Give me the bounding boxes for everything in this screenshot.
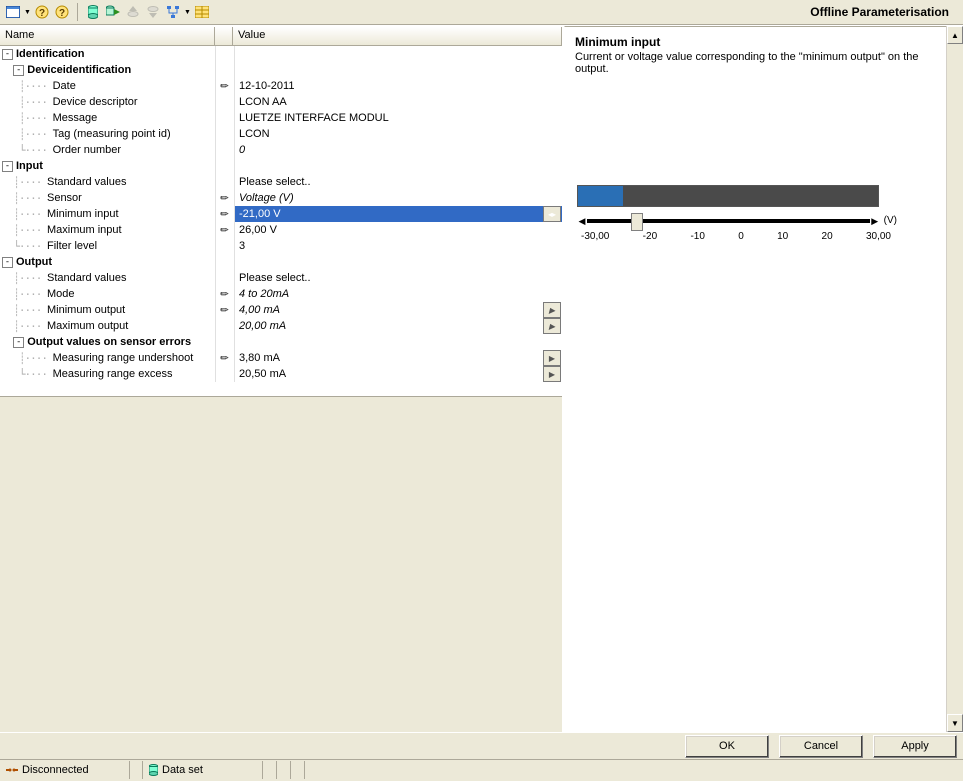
collapse-icon[interactable]: -	[13, 65, 24, 76]
selected-value[interactable]: -21,00 V	[237, 207, 283, 221]
pencil-icon: ✎	[218, 351, 232, 365]
collapse-icon[interactable]: -	[2, 161, 13, 172]
value-bar-fill	[578, 186, 623, 206]
slider-left-arrow-icon[interactable]: ◀	[577, 215, 587, 227]
pencil-icon: ✎	[218, 79, 232, 93]
dialog-buttons: OK Cancel Apply	[0, 732, 963, 759]
tree-item-tag[interactable]: ┊···· Tag (measuring point id) LCON	[0, 126, 562, 142]
tree-item-excess[interactable]: └···· Measuring range excess 20,50 mA ▶	[0, 366, 562, 382]
slider-ticks: -30,00 -20 -10 0 10 20 30,00	[581, 231, 891, 242]
pencil-icon: ✎	[218, 303, 232, 317]
pencil-icon: ✎	[218, 207, 232, 221]
scrollbar[interactable]: ▲ ▼	[946, 26, 963, 732]
tree-icon[interactable]	[164, 3, 182, 21]
window-icon[interactable]	[4, 3, 22, 21]
db-icon	[149, 764, 158, 776]
apply-button[interactable]: Apply	[873, 735, 957, 758]
tree-item-maximum-input[interactable]: ┊···· Maximum input ✎ 26,00 V	[0, 222, 562, 238]
play-button[interactable]: ▶	[543, 302, 561, 318]
status-empty2	[263, 761, 277, 779]
play-button[interactable]: ▶	[543, 318, 561, 334]
detail-panel: Minimum input Current or voltage value c…	[564, 26, 963, 732]
tree-item-filter-level[interactable]: └···· Filter level 3	[0, 238, 562, 254]
pencil-icon: ✎	[218, 287, 232, 301]
slider-thumb[interactable]	[631, 213, 643, 231]
disconnected-icon	[6, 765, 18, 775]
slider-right-arrow-icon[interactable]: ▶	[870, 215, 880, 227]
tree-item-minimum-input[interactable]: ┊···· Minimum input ✎ -21,00 V ◂▸	[0, 206, 562, 222]
dropdown-caret-icon[interactable]: ▼	[184, 9, 191, 16]
db-play-icon[interactable]	[104, 3, 122, 21]
collapse-icon[interactable]: -	[2, 49, 13, 60]
tree-item-message[interactable]: ┊···· Message LUETZE INTERFACE MODUL	[0, 110, 562, 126]
toolbar: ▼ ? ? ▼ Offline Parameterisation	[0, 0, 963, 25]
status-empty3	[277, 761, 291, 779]
page-title: Offline Parameterisation	[810, 5, 959, 19]
tree-item-sensor[interactable]: ┊···· Sensor ✎ Voltage (V)	[0, 190, 562, 206]
tree-item-device-descriptor[interactable]: ┊···· Device descriptor LCON AA	[0, 94, 562, 110]
tree-item-date[interactable]: ┊···· Date ✎ 12-10-2011	[0, 78, 562, 94]
status-empty5	[305, 761, 963, 779]
tree-group-errors[interactable]: -Output values on sensor errors	[0, 334, 562, 350]
status-empty1	[130, 761, 143, 779]
col-sep	[215, 27, 233, 45]
main-area: Name Value -Identification -Deviceidenti…	[0, 25, 963, 732]
scroll-down-icon[interactable]: ▼	[947, 714, 963, 732]
tree-item-order-number[interactable]: └···· Order number 0	[0, 142, 562, 158]
grid-icon[interactable]	[193, 3, 211, 21]
tree-item-min-output[interactable]: ┊···· Minimum output ✎ 4,00 mA ▶	[0, 302, 562, 318]
pencil-icon: ✎	[218, 223, 232, 237]
db-up-icon[interactable]	[124, 3, 142, 21]
tree-item-output-standard[interactable]: ┊···· Standard values Please select..	[0, 270, 562, 286]
tree-item-undershoot[interactable]: ┊···· Measuring range undershoot ✎ 3,80 …	[0, 350, 562, 366]
db-down-icon[interactable]	[144, 3, 162, 21]
tree-item-max-output[interactable]: ┊···· Maximum output 20,00 mA ▶	[0, 318, 562, 334]
db-icon[interactable]	[84, 3, 102, 21]
col-value[interactable]: Value	[233, 27, 562, 45]
spin-button[interactable]: ◂▸	[543, 206, 561, 222]
svg-text:?: ?	[59, 8, 65, 19]
collapse-icon[interactable]: -	[13, 337, 24, 348]
status-connection: Disconnected	[0, 761, 130, 779]
slider[interactable]	[587, 215, 870, 227]
statusbar: Disconnected Data set	[0, 759, 963, 780]
cancel-button[interactable]: Cancel	[779, 735, 863, 758]
tree-item-mode[interactable]: ┊···· Mode ✎ 4 to 20mA	[0, 286, 562, 302]
scroll-up-icon[interactable]: ▲	[947, 26, 963, 44]
status-dataset: Data set	[143, 761, 263, 779]
tree-body[interactable]: -Identification -Deviceidentification ┊·…	[0, 46, 562, 397]
status-empty4	[291, 761, 305, 779]
detail-title: Minimum input	[575, 35, 936, 49]
detail-description: Current or voltage value corresponding t…	[575, 51, 936, 75]
tree-group-input[interactable]: -Input	[0, 158, 562, 174]
pencil-icon: ✎	[218, 191, 232, 205]
tree-group-device-identification[interactable]: -Deviceidentification	[0, 62, 562, 78]
dropdown-caret-icon[interactable]: ▼	[24, 9, 31, 16]
parameter-tree-panel: Name Value -Identification -Deviceidenti…	[0, 26, 564, 732]
help2-icon[interactable]: ?	[53, 3, 71, 21]
tree-header: Name Value	[0, 26, 562, 46]
tree-item-input-standard[interactable]: ┊···· Standard values Please select..	[0, 174, 562, 190]
slider-unit: (V)	[884, 215, 897, 226]
empty-area	[0, 397, 562, 732]
tree-group-output[interactable]: -Output	[0, 254, 562, 270]
collapse-icon[interactable]: -	[2, 257, 13, 268]
help-icon[interactable]: ?	[33, 3, 51, 21]
svg-text:?: ?	[39, 8, 45, 19]
ok-button[interactable]: OK	[685, 735, 769, 758]
tree-group-identification[interactable]: -Identification	[0, 46, 562, 62]
play-button[interactable]: ▶	[543, 366, 561, 382]
play-button[interactable]: ▶	[543, 350, 561, 366]
col-name[interactable]: Name	[0, 27, 215, 45]
value-bar	[577, 185, 879, 207]
